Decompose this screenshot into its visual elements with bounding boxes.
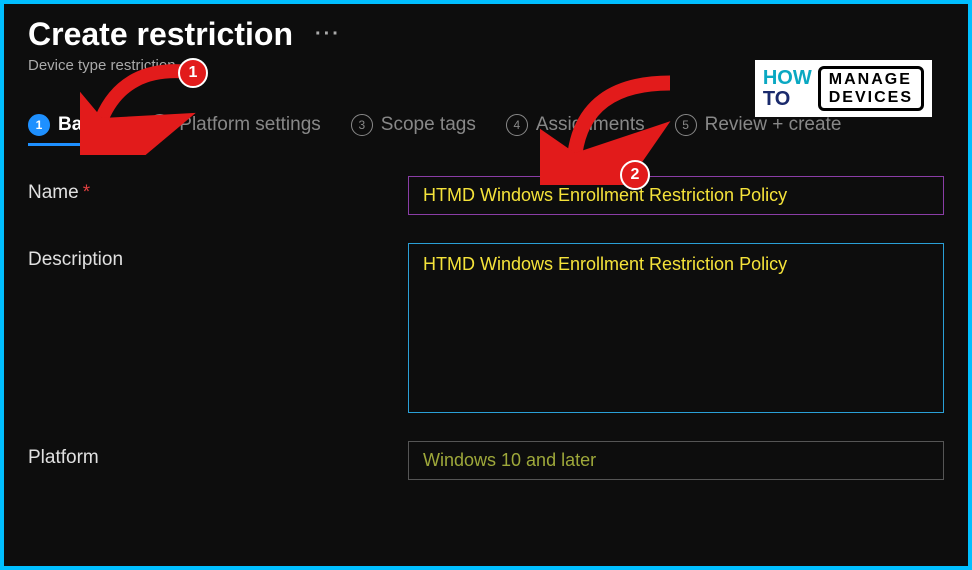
description-input[interactable]: HTMD Windows Enrollment Restriction Poli… (408, 243, 944, 413)
step-number: 5 (675, 114, 697, 136)
step-number: 1 (28, 114, 50, 136)
tab-assignments[interactable]: 4 Assignments (506, 114, 645, 144)
name-input[interactable] (408, 176, 944, 215)
tab-label: Assignments (536, 114, 645, 136)
step-number: 2 (149, 114, 171, 136)
htmd-logo: HOW TO MANAGE DEVICES (755, 60, 932, 117)
tab-review-create[interactable]: 5 Review + create (675, 114, 842, 144)
tab-label: Review + create (705, 114, 842, 136)
more-button[interactable]: ··· (309, 23, 347, 46)
wizard-tabs: 1 Basics 2 Platform settings 3 Scope tag… (28, 114, 944, 144)
description-label: Description (28, 243, 408, 271)
step-number: 3 (351, 114, 373, 136)
tab-platform-settings[interactable]: 2 Platform settings (149, 114, 321, 144)
tab-scope-tags[interactable]: 3 Scope tags (351, 114, 476, 144)
step-number: 4 (506, 114, 528, 136)
tab-label: Scope tags (381, 114, 476, 136)
tab-label: Platform settings (179, 114, 321, 136)
page-title: Create restriction (28, 16, 293, 53)
name-label: Name* (28, 176, 408, 204)
platform-label: Platform (28, 441, 408, 469)
required-indicator: * (83, 182, 90, 203)
tab-basics[interactable]: 1 Basics (28, 114, 119, 144)
platform-value: Windows 10 and later (408, 441, 944, 480)
tab-label: Basics (58, 114, 119, 136)
